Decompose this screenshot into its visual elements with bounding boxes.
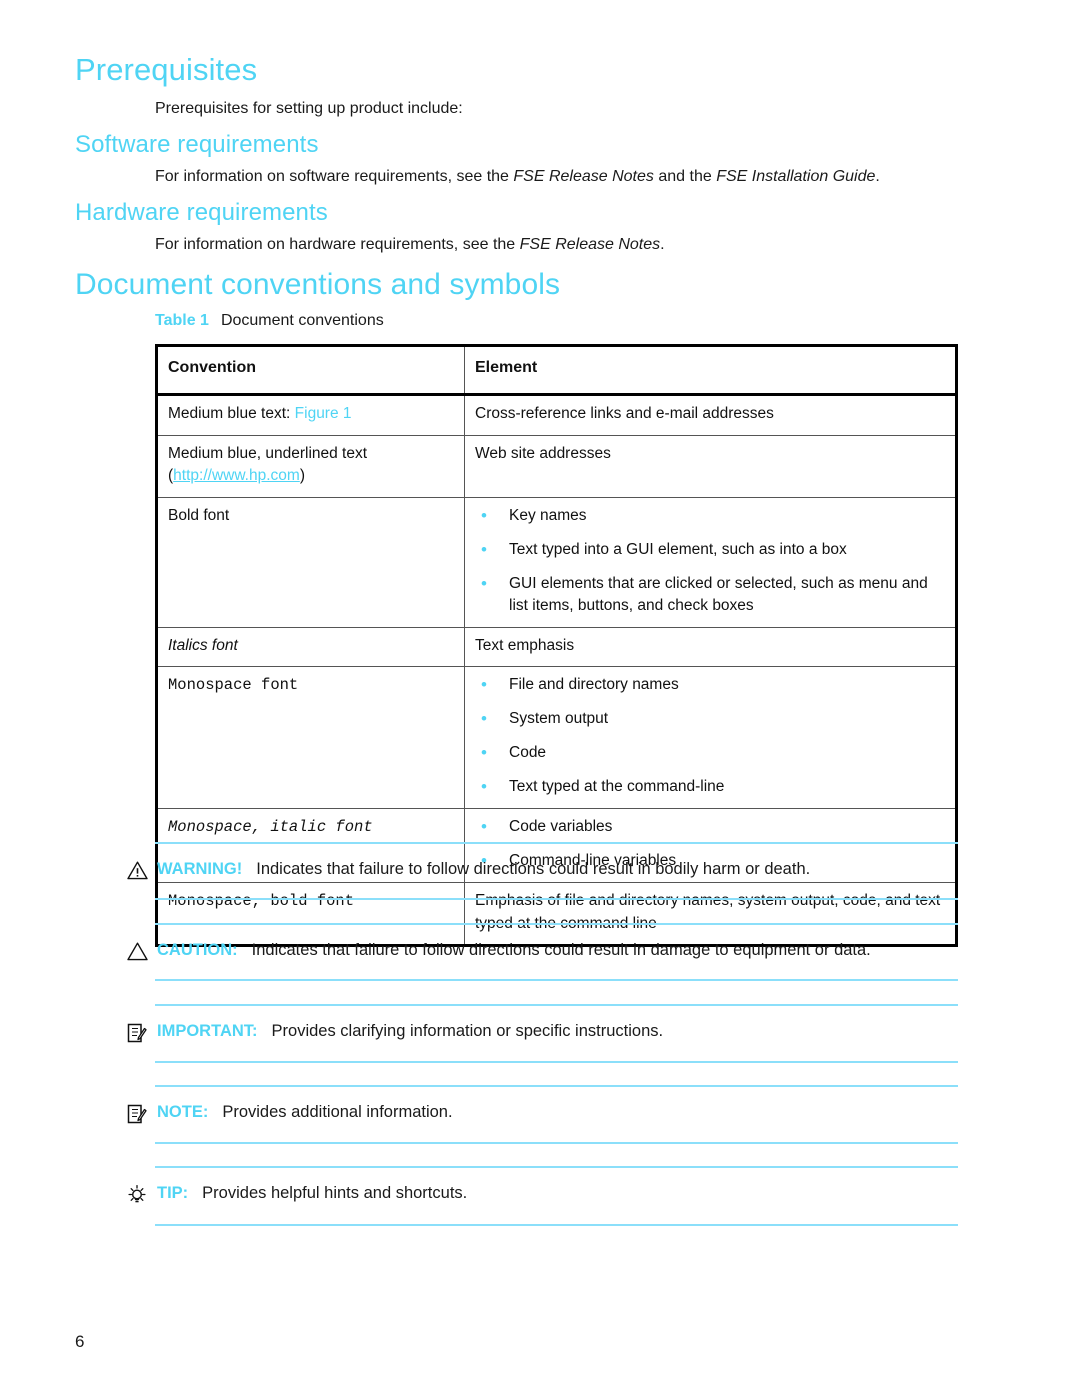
list-item: File and directory names [475, 673, 945, 697]
caution-triangle-icon [127, 941, 157, 961]
table-caption: Table 1 Document conventions [155, 312, 384, 330]
heading-hardware-requirements: Hardware requirements [75, 199, 328, 226]
admonition-label: TIP: [157, 1184, 189, 1202]
document-page: Prerequisites Prerequisites for setting … [0, 0, 1080, 1397]
list-item: GUI elements that are clicked or selecte… [475, 572, 945, 617]
heading-document-conventions-and-symbols: Document conventions and symbols [75, 268, 561, 301]
medium-blue-text-prefix: Medium blue text: [168, 405, 295, 423]
tip-lightbulb-icon [127, 1184, 157, 1206]
underlined-text-line1: Medium blue, underlined text [168, 444, 368, 462]
software-italic-1: FSE Release Notes [513, 168, 654, 185]
hardware-requirements-paragraph: For information on hardware requirements… [155, 236, 665, 254]
cell-element: Text emphasis [464, 626, 957, 668]
table-row: Medium blue, underlined text (http://www.… [156, 434, 957, 498]
warning-triangle-icon [127, 860, 157, 880]
table-row: Italics font Text emphasis [156, 626, 957, 668]
admonition-label: IMPORTANT: [157, 1022, 258, 1040]
close-paren: ) [299, 467, 305, 485]
admonition-warning: WARNING! Indicates that failure to follo… [127, 842, 958, 900]
cell-element: Web site addresses [464, 434, 957, 498]
admonition-text: Provides additional information. [222, 1103, 453, 1121]
software-text-middle: and the [653, 168, 717, 185]
column-header-convention: Convention [156, 344, 465, 397]
admonition-caution: CAUTION: Indicates that failure to follo… [127, 923, 958, 981]
cell-convention: Italics font [156, 626, 465, 668]
cell-element: Cross-reference links and e-mail address… [464, 394, 957, 436]
cell-element: Key names Text typed into a GUI element,… [464, 496, 957, 628]
note-notepad-icon [127, 1103, 157, 1124]
bullet-list: Key names Text typed into a GUI element,… [475, 504, 945, 617]
list-item: Text typed into a GUI element, such as i… [475, 538, 945, 562]
table-row: Monospace font File and directory names … [156, 666, 957, 810]
prerequisites-intro-paragraph: Prerequisites for setting up product inc… [155, 100, 463, 117]
table-row: Medium blue text: Figure 1 Cross-referen… [156, 394, 957, 436]
heading-software-requirements: Software requirements [75, 131, 319, 158]
software-text-after: . [875, 168, 880, 185]
cell-element: File and directory names System output C… [464, 666, 957, 810]
admonition-text: Provides clarifying information or speci… [271, 1022, 664, 1040]
list-item: Code variables [475, 815, 945, 839]
table-header-row: Convention Element [156, 344, 957, 397]
hardware-text-after: . [660, 236, 665, 253]
software-requirements-paragraph: For information on software requirements… [155, 168, 880, 186]
page-number: 6 [75, 1332, 85, 1351]
important-notepad-icon [127, 1022, 157, 1043]
bullet-list: File and directory names System output C… [475, 673, 945, 799]
software-text-before: For information on software requirements… [155, 168, 514, 185]
admonition-text: Indicates that failure to follow directi… [251, 941, 871, 959]
list-item: Text typed at the command-line [475, 775, 945, 799]
admonition-note: NOTE: Provides additional information. [127, 1085, 958, 1144]
list-item: Code [475, 741, 945, 765]
admonition-label: CAUTION: [157, 941, 238, 959]
list-item: System output [475, 707, 945, 731]
hp-website-link[interactable]: http://www.hp.com [173, 467, 300, 484]
cell-convention: Medium blue, underlined text (http://www.… [156, 434, 465, 498]
heading-prerequisites: Prerequisites [75, 52, 258, 87]
table-row: Bold font Key names Text typed into a GU… [156, 496, 957, 628]
hardware-italic-1: FSE Release Notes [519, 236, 661, 253]
admonition-important: IMPORTANT: Provides clarifying informati… [127, 1004, 958, 1063]
column-header-element: Element [464, 344, 957, 397]
list-item: Key names [475, 504, 945, 528]
cell-convention: Monospace font [156, 666, 465, 810]
admonition-label: WARNING! [157, 860, 243, 878]
table-caption-label: Table 1 [155, 312, 209, 329]
software-italic-2: FSE Installation Guide [716, 168, 876, 185]
table-caption-text: Document conventions [220, 312, 384, 329]
admonition-text: Indicates that failure to follow directi… [256, 860, 811, 878]
cell-convention: Bold font [156, 496, 465, 628]
cell-convention: Medium blue text: Figure 1 [156, 394, 465, 436]
admonition-label: NOTE: [157, 1103, 209, 1121]
admonition-tip: TIP: Provides helpful hints and shortcut… [128, 1166, 958, 1226]
hardware-text-before: For information on hardware requirements… [155, 236, 520, 253]
figure-cross-reference-link[interactable]: Figure 1 [295, 405, 352, 422]
admonition-text: Provides helpful hints and shortcuts. [202, 1184, 468, 1202]
